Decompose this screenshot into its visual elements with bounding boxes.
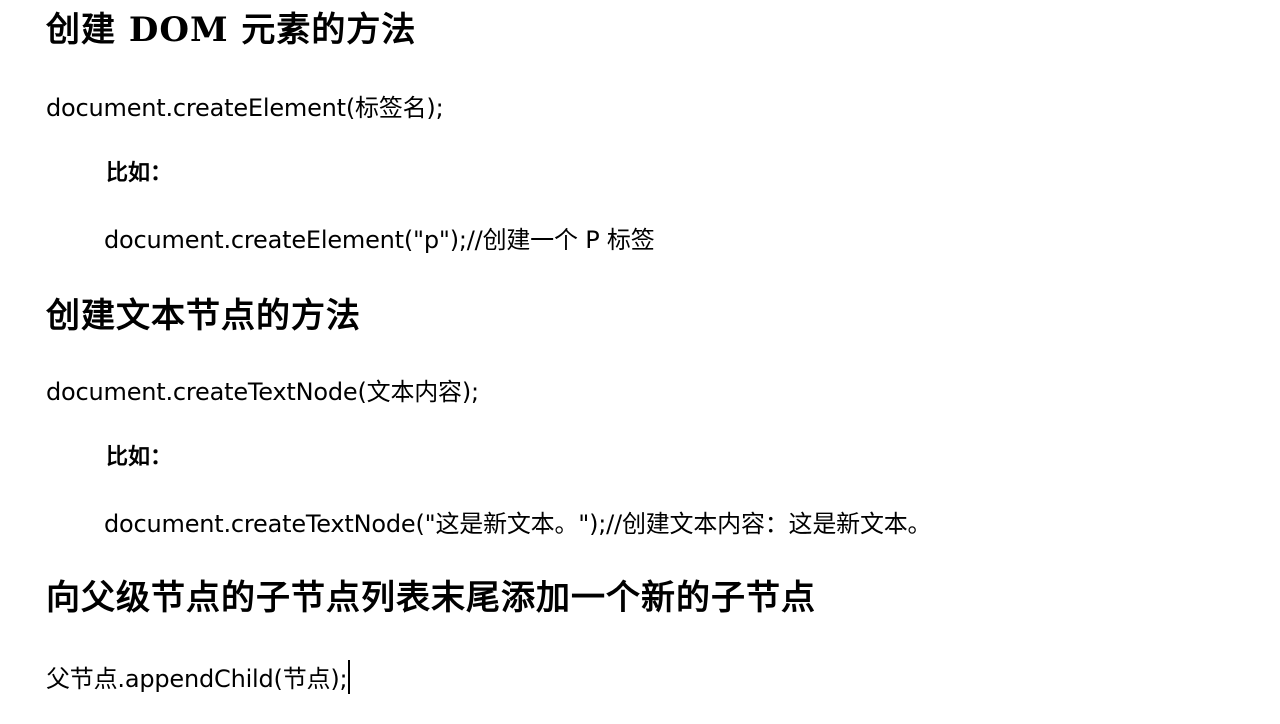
append-child-line[interactable]: 父节点.appendChild(节点); [46,660,351,695]
create-text-node-syntax: document.createTextNode(文本内容); [46,378,479,406]
example-label: 比如： [106,444,173,470]
text-cursor [348,660,351,694]
append-child-syntax: 父节点.appendChild(节点); [46,665,348,693]
create-element-example: document.createElement("p");//创建一个 P 标签 [104,226,655,254]
example-label: 比如： [106,160,173,186]
section-heading-create-text-node: 创建文本节点的方法 [46,296,361,336]
create-element-syntax: document.createElement(标签名); [46,94,444,122]
section-heading-append-child: 向父级节点的子节点列表末尾添加一个新的子节点 [46,578,816,618]
document-page[interactable]: 创建 DOM 元素的方法 document.createElement(标签名)… [0,0,1280,724]
section-heading-create-element: 创建 DOM 元素的方法 [46,10,417,50]
create-text-node-example: document.createTextNode("这是新文本。");//创建文本… [104,510,932,538]
